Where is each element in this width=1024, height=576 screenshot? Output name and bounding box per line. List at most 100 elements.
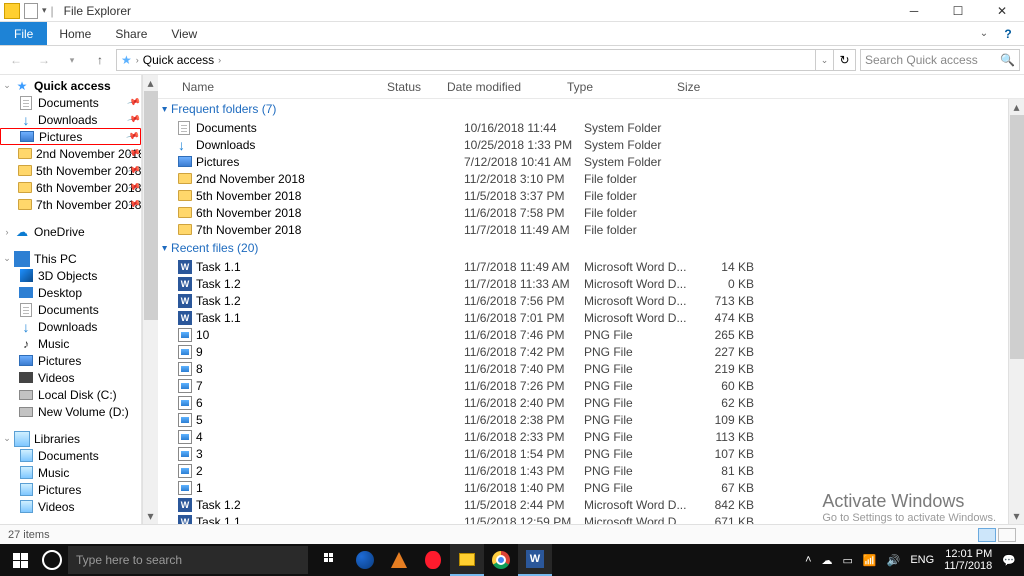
system-tray[interactable]: ˄ ☁ ▭ 📶 🔊 ENG 12:01 PM 11/7/2018 💬 <box>797 548 1024 572</box>
address-bar[interactable]: ★ › Quick access › <box>116 49 816 71</box>
nav-library-item[interactable]: Pictures <box>0 481 141 498</box>
qat-dropdown-icon[interactable]: ▾ <box>42 5 47 16</box>
col-status[interactable]: Status <box>379 80 439 94</box>
maximize-button[interactable]: ☐ <box>936 0 980 22</box>
col-size[interactable]: Size <box>669 80 729 94</box>
taskbar-word[interactable]: W <box>518 544 552 576</box>
scroll-up-icon[interactable]: ▴ <box>1009 99 1024 115</box>
file-row[interactable]: Pictures 7/12/2018 10:41 AM System Folde… <box>158 153 1008 170</box>
file-row[interactable]: 5 11/6/2018 2:38 PM PNG File 109 KB <box>158 411 1008 428</box>
tray-onedrive-icon[interactable]: ☁ <box>822 554 833 567</box>
nav-thispc-item[interactable]: Pictures <box>0 352 141 369</box>
cortana-icon[interactable] <box>42 550 62 570</box>
taskbar-vlc[interactable] <box>382 544 416 576</box>
col-name[interactable]: Name <box>174 80 379 94</box>
start-button[interactable] <box>0 553 40 568</box>
taskbar-file-explorer[interactable] <box>450 544 484 576</box>
nav-libraries[interactable]: ⌄Libraries <box>0 430 141 447</box>
nav-thispc-item[interactable]: Local Disk (C:) <box>0 386 141 403</box>
file-row[interactable]: 8 11/6/2018 7:40 PM PNG File 219 KB <box>158 360 1008 377</box>
action-center-icon[interactable]: 💬 <box>1002 554 1016 567</box>
file-row[interactable]: ↓ Downloads 10/25/2018 1:33 PM System Fo… <box>158 136 1008 153</box>
scroll-down-icon[interactable]: ▾ <box>143 508 158 524</box>
tray-language[interactable]: ENG <box>910 554 934 566</box>
taskbar-edge[interactable] <box>348 544 382 576</box>
tray-chevron-up-icon[interactable]: ˄ <box>805 554 811 566</box>
breadcrumb-root[interactable]: Quick access <box>143 53 214 67</box>
close-button[interactable]: ✕ <box>980 0 1024 22</box>
nav-pinned-item[interactable]: 5th November 2018📌 <box>0 162 141 179</box>
qat-doc-icon[interactable] <box>24 3 38 19</box>
forward-button[interactable]: → <box>32 48 56 72</box>
file-row[interactable]: W Task 1.1 11/6/2018 7:01 PM Microsoft W… <box>158 309 1008 326</box>
file-row[interactable]: W Task 1.2 11/5/2018 2:44 PM Microsoft W… <box>158 496 1008 513</box>
list-scrollbar[interactable]: ▴ ▾ <box>1008 99 1024 524</box>
chevron-right-icon[interactable]: › <box>218 55 221 65</box>
file-row[interactable]: 1 11/6/2018 1:40 PM PNG File 67 KB <box>158 479 1008 496</box>
group-recent-files[interactable]: ▸Recent files (20) <box>158 238 1008 258</box>
file-row[interactable]: 4 11/6/2018 2:33 PM PNG File 113 KB <box>158 428 1008 445</box>
tab-home[interactable]: Home <box>47 22 103 45</box>
nav-pinned-item[interactable]: ↓Downloads📌 <box>0 111 141 128</box>
col-date[interactable]: Date modified <box>439 80 559 94</box>
column-headers[interactable]: Name Status Date modified Type Size <box>158 75 1024 99</box>
file-row[interactable]: 7th November 2018 11/7/2018 11:49 AM Fil… <box>158 221 1008 238</box>
tray-battery-icon[interactable]: ▭ <box>843 554 853 567</box>
nav-this-pc[interactable]: ⌄This PC <box>0 250 141 267</box>
nav-pinned-item[interactable]: 2nd November 2018📌 <box>0 145 141 162</box>
file-row[interactable]: W Task 1.1 11/5/2018 12:59 PM Microsoft … <box>158 513 1008 524</box>
nav-thispc-item[interactable]: Documents <box>0 301 141 318</box>
group-frequent-folders[interactable]: ▸Frequent folders (7) <box>158 99 1008 119</box>
nav-pinned-item[interactable]: 6th November 2018📌 <box>0 179 141 196</box>
taskbar-opera[interactable] <box>416 544 450 576</box>
search-input[interactable]: Search Quick access 🔍 <box>860 49 1020 71</box>
nav-quick-access[interactable]: ⌄★Quick access <box>0 77 141 94</box>
col-type[interactable]: Type <box>559 80 669 94</box>
refresh-button[interactable]: ↻ <box>834 49 856 71</box>
taskbar[interactable]: Type here to search W ˄ ☁ ▭ 📶 🔊 ENG 12:0… <box>0 544 1024 576</box>
taskbar-clock[interactable]: 12:01 PM 11/7/2018 <box>944 548 992 572</box>
nav-library-item[interactable]: Documents <box>0 447 141 464</box>
up-button[interactable]: ↑ <box>88 48 112 72</box>
file-row[interactable]: 5th November 2018 11/5/2018 3:37 PM File… <box>158 187 1008 204</box>
scroll-up-icon[interactable]: ▴ <box>143 75 158 91</box>
file-tab[interactable]: File <box>0 22 47 45</box>
file-row[interactable]: W Task 1.2 11/6/2018 7:56 PM Microsoft W… <box>158 292 1008 309</box>
large-icons-view-button[interactable] <box>998 528 1016 542</box>
nav-thispc-item[interactable]: 3D Objects <box>0 267 141 284</box>
navpane-scrollbar[interactable]: ▴ ▾ <box>142 75 158 524</box>
file-row[interactable]: 2 11/6/2018 1:43 PM PNG File 81 KB <box>158 462 1008 479</box>
taskbar-search-input[interactable]: Type here to search <box>68 546 308 574</box>
tray-volume-icon[interactable]: 🔊 <box>887 554 901 567</box>
tab-view[interactable]: View <box>159 22 209 45</box>
nav-library-item[interactable]: Music <box>0 464 141 481</box>
file-row[interactable]: W Task 1.1 11/7/2018 11:49 AM Microsoft … <box>158 258 1008 275</box>
file-row[interactable]: 9 11/6/2018 7:42 PM PNG File 227 KB <box>158 343 1008 360</box>
file-row[interactable]: 6th November 2018 11/6/2018 7:58 PM File… <box>158 204 1008 221</box>
recent-locations-dropdown[interactable]: ▾ <box>60 48 84 72</box>
file-row[interactable]: W Task 1.2 11/7/2018 11:33 AM Microsoft … <box>158 275 1008 292</box>
file-row[interactable]: 7 11/6/2018 7:26 PM PNG File 60 KB <box>158 377 1008 394</box>
file-row[interactable]: 3 11/6/2018 1:54 PM PNG File 107 KB <box>158 445 1008 462</box>
back-button[interactable]: ← <box>4 48 28 72</box>
ribbon-expand-icon[interactable]: ⌄ <box>974 22 994 45</box>
minimize-button[interactable]: ─ <box>892 0 936 22</box>
nav-thispc-item[interactable]: Videos <box>0 369 141 386</box>
nav-library-item[interactable]: Videos <box>0 498 141 515</box>
nav-thispc-item[interactable]: ♪Music <box>0 335 141 352</box>
address-history-dropdown[interactable]: ⌄ <box>816 49 834 71</box>
file-row[interactable]: 6 11/6/2018 2:40 PM PNG File 62 KB <box>158 394 1008 411</box>
details-view-button[interactable] <box>978 528 996 542</box>
nav-pinned-item[interactable]: 7th November 2018📌 <box>0 196 141 213</box>
nav-thispc-item[interactable]: Desktop <box>0 284 141 301</box>
nav-thispc-item[interactable]: New Volume (D:) <box>0 403 141 420</box>
tab-share[interactable]: Share <box>103 22 159 45</box>
nav-pinned-item[interactable]: Pictures📌 <box>0 128 141 145</box>
navigation-pane[interactable]: ⌄★Quick accessDocuments📌↓Downloads📌Pictu… <box>0 75 142 524</box>
taskbar-chrome[interactable] <box>484 544 518 576</box>
help-icon[interactable] <box>994 22 1022 45</box>
nav-onedrive[interactable]: ›☁OneDrive <box>0 223 141 240</box>
tray-wifi-icon[interactable]: 📶 <box>863 554 877 567</box>
file-row[interactable]: Documents 10/16/2018 11:44 System Folder <box>158 119 1008 136</box>
task-view-button[interactable] <box>314 544 348 576</box>
